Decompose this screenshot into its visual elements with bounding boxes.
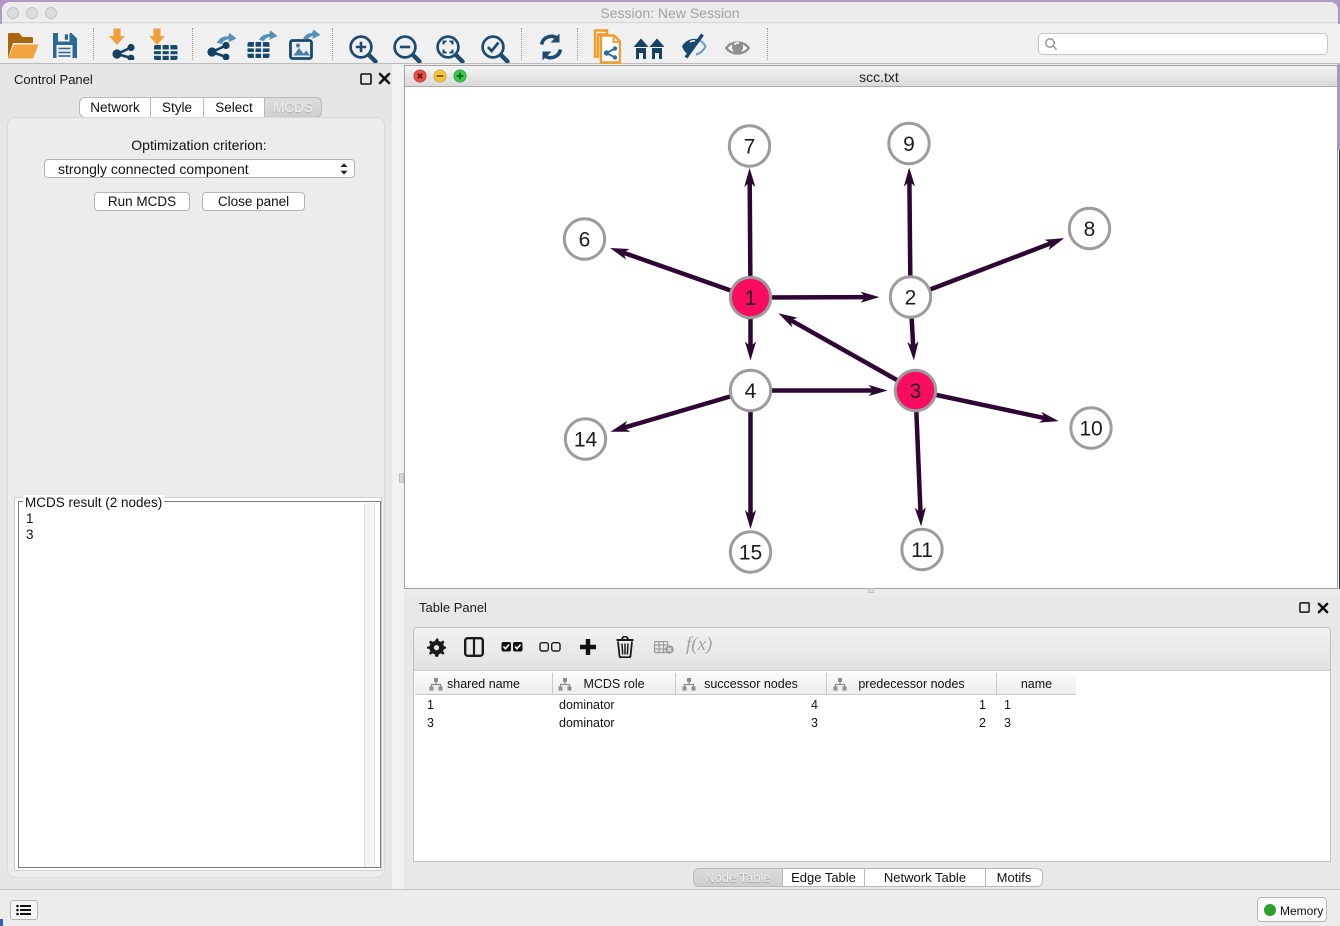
svg-text:10: 10 (1079, 418, 1102, 441)
svg-text:9: 9 (903, 133, 915, 156)
svg-text:7: 7 (744, 136, 756, 159)
svg-text:1: 1 (745, 287, 757, 310)
svg-text:6: 6 (579, 229, 591, 252)
svg-text:2: 2 (905, 287, 917, 310)
svg-text:3: 3 (910, 380, 922, 403)
svg-text:11: 11 (911, 539, 933, 562)
svg-text:8: 8 (1084, 218, 1096, 241)
svg-text:4: 4 (745, 380, 757, 403)
svg-text:15: 15 (739, 542, 762, 565)
svg-text:14: 14 (574, 429, 598, 452)
